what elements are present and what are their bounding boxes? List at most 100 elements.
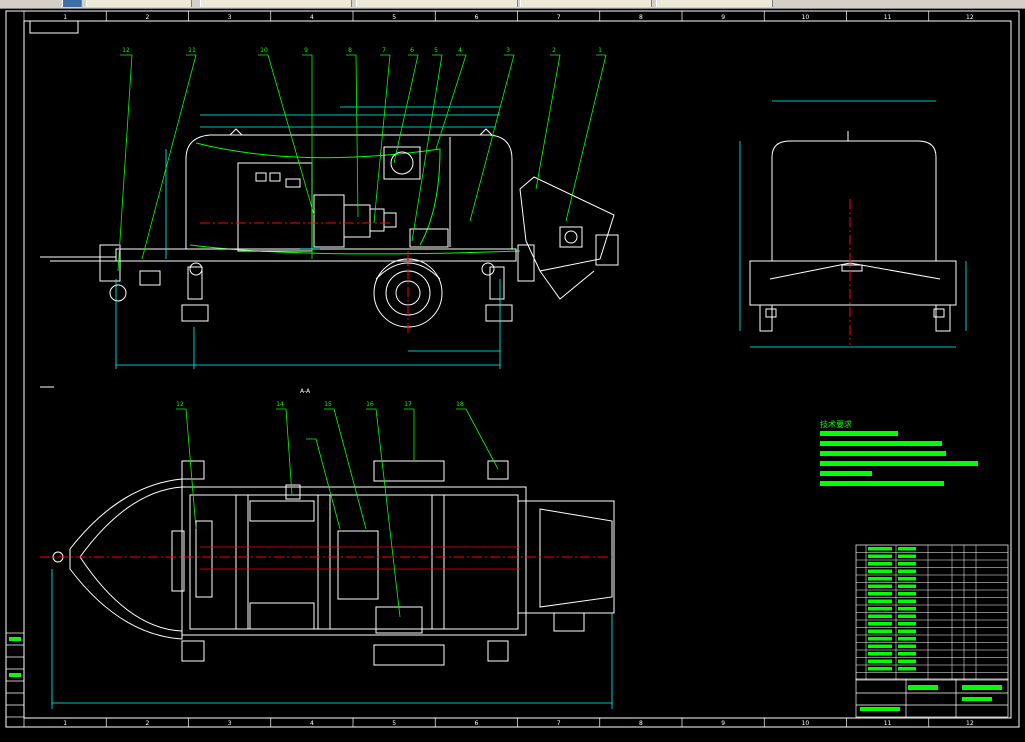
column-numbers-top: 1 2 3 4 5 6 7 8 9 10 11 12	[23, 11, 974, 21]
parts-list-cell	[898, 554, 916, 558]
parts-list-cell	[898, 659, 916, 663]
file-tab-1[interactable]	[86, 0, 192, 7]
parts-list-cell	[868, 659, 892, 663]
outer-frame	[5, 10, 1020, 728]
tech-notes-block	[820, 431, 978, 486]
callout-number: 12	[122, 47, 130, 54]
callout-number: 14	[276, 401, 284, 408]
callout-number: 7	[382, 47, 386, 54]
column-number: 2	[145, 720, 149, 727]
callout-numbers-top: 12 11 10 9 8 7 6 5 4 3 2 1	[122, 47, 602, 54]
parts-list-cell	[898, 637, 916, 641]
column-number: 6	[474, 720, 478, 727]
parts-list-cell	[868, 599, 892, 603]
front-view	[749, 131, 957, 332]
callout-leaders-bottom	[176, 408, 499, 618]
parts-list-cell	[868, 554, 892, 558]
drawing-sheet[interactable]: 1 2 3 4 5 6 7 8 9 10 11 12 1 2 3 4 5 6 7 8 9 10 11 12	[0, 9, 1025, 738]
parts-list-cell	[898, 577, 916, 581]
parts-list-cell	[868, 592, 892, 596]
column-number: 3	[228, 720, 232, 727]
callout-number: 1	[598, 47, 602, 54]
parts-list-cell	[898, 562, 916, 566]
column-number: 3	[228, 14, 232, 21]
parts-list-cell	[868, 622, 892, 626]
callout-number: 18	[456, 401, 464, 408]
column-number: 4	[310, 720, 314, 727]
parts-list-cell	[898, 592, 916, 596]
app-icon[interactable]	[62, 0, 82, 7]
cad-drawing-canvas[interactable]: 1 2 3 4 5 6 7 8 9 10 11 12 1 2 3 4 5 6 7 8 9 10 11 12	[0, 9, 1025, 738]
parts-list-cell	[898, 584, 916, 588]
parts-list-cell	[868, 652, 892, 656]
callout-number: 6	[410, 47, 414, 54]
file-tab-2[interactable]	[200, 0, 352, 7]
callout-number: 9	[304, 47, 308, 54]
parts-list-cell	[898, 629, 916, 633]
parts-list-cell	[868, 614, 892, 618]
parts-list-cell	[868, 667, 892, 671]
file-tab-4[interactable]	[520, 0, 652, 7]
column-number: 9	[721, 720, 725, 727]
parts-list-cell	[898, 547, 916, 551]
callout-number: 11	[188, 47, 196, 54]
parts-list-cell	[868, 569, 892, 573]
column-number: 7	[557, 14, 561, 21]
callout-number: 16	[366, 401, 374, 408]
corner-box	[29, 20, 79, 34]
column-numbers-bottom: 1 2 3 4 5 6 7 8 9 10 11 12	[23, 718, 974, 727]
column-number: 10	[802, 720, 810, 727]
callout-number: 2	[552, 47, 556, 54]
column-number: 6	[474, 14, 478, 21]
column-number: 10	[802, 14, 810, 21]
parts-list-cell	[898, 622, 916, 626]
top-view-dimensions	[51, 569, 613, 709]
column-number: 4	[310, 14, 314, 21]
callout-number: 17	[404, 401, 412, 408]
parts-list-cell	[898, 652, 916, 656]
parts-list-cell	[868, 629, 892, 633]
callout-number: 12	[176, 401, 184, 408]
parts-list-cell	[898, 569, 916, 573]
parts-list-cell	[898, 644, 916, 648]
section-label: A-A	[300, 388, 311, 395]
callout-numbers-bottom: 12 14 15 16 17 18	[176, 401, 464, 408]
parts-list-cell	[868, 607, 892, 611]
column-number: 8	[639, 720, 643, 727]
parts-list-cell	[868, 644, 892, 648]
parts-list-cell	[868, 562, 892, 566]
window-tab-strip	[0, 0, 1025, 9]
column-number: 8	[639, 14, 643, 21]
callout-number: 15	[324, 401, 332, 408]
parts-list-cell	[868, 547, 892, 551]
file-tab-3[interactable]	[356, 0, 518, 7]
top-view	[52, 460, 615, 666]
callout-leaders-top	[117, 54, 607, 272]
column-number: 12	[966, 14, 974, 21]
parts-list-cell	[898, 607, 916, 611]
parts-list-cell	[868, 637, 892, 641]
callout-number: 5	[434, 47, 438, 54]
column-number: 1	[63, 14, 67, 21]
column-number: 9	[721, 14, 725, 21]
column-number: 11	[884, 14, 892, 21]
column-number: 11	[884, 720, 892, 727]
tech-notes-title: 技术要求	[820, 419, 852, 429]
callout-number: 10	[260, 47, 268, 54]
parts-list-cell	[898, 667, 916, 671]
parts-list-cell	[868, 584, 892, 588]
callout-number: 3	[506, 47, 510, 54]
file-tab-5[interactable]	[656, 0, 773, 7]
column-number: 7	[557, 720, 561, 727]
parts-list-cell	[898, 614, 916, 618]
parts-list-table	[855, 544, 1009, 681]
column-number: 5	[392, 14, 396, 21]
title-block-text	[860, 685, 1002, 711]
callout-number: 8	[348, 47, 352, 54]
front-view-dimensions	[739, 100, 967, 348]
column-number: 5	[392, 720, 396, 727]
callout-number: 4	[458, 47, 462, 54]
side-view	[50, 128, 619, 328]
parts-list-cell	[868, 577, 892, 581]
column-number: 2	[145, 14, 149, 21]
